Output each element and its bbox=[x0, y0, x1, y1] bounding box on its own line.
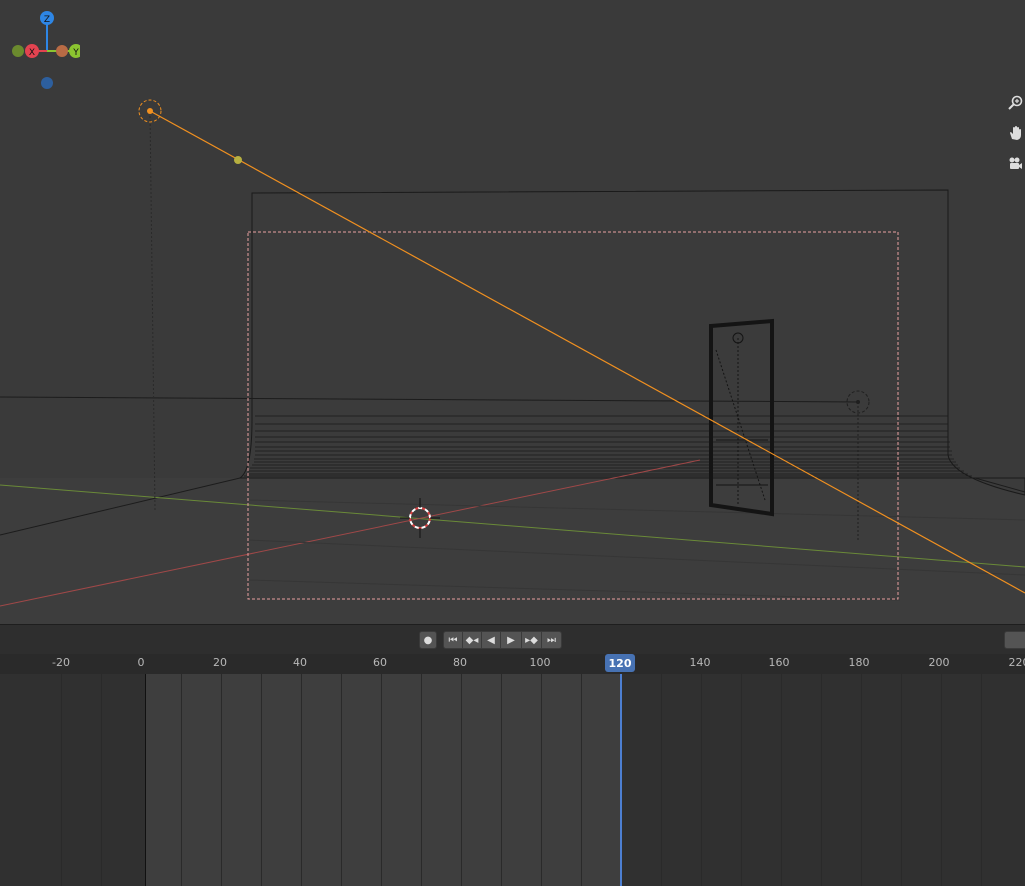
grid-line bbox=[301, 674, 302, 886]
grid-line bbox=[501, 674, 502, 886]
current-frame-indicator[interactable]: 120 bbox=[605, 654, 635, 672]
ruler-label: 20 bbox=[213, 656, 227, 669]
neg-y-handle bbox=[12, 45, 24, 57]
play-icon: ▶ bbox=[507, 634, 515, 646]
record-icon: ● bbox=[423, 634, 433, 646]
ruler-label: 200 bbox=[928, 656, 950, 669]
zoom-icon[interactable] bbox=[1007, 95, 1025, 117]
start-frame-line bbox=[145, 674, 146, 886]
grid-line bbox=[741, 674, 742, 886]
grid-line bbox=[861, 674, 862, 886]
timeline-field[interactable] bbox=[1004, 631, 1025, 649]
frame-ruler[interactable]: -20 0 20 40 60 80 100 140 160 180 200 22… bbox=[0, 654, 1025, 674]
grid-line bbox=[941, 674, 942, 886]
ruler-label: 60 bbox=[373, 656, 387, 669]
grid-line bbox=[61, 674, 62, 886]
ruler-label: 140 bbox=[689, 656, 711, 669]
grid-line bbox=[341, 674, 342, 886]
prev-keyframe-button[interactable]: ◆◂ bbox=[462, 631, 482, 649]
ruler-label: 100 bbox=[529, 656, 551, 669]
frame-range bbox=[145, 674, 620, 886]
y-axis-label: Y bbox=[72, 48, 79, 58]
timeline-header: ● ⏮ ◆◂ ◀ ▶ ▸◆ ⏭ bbox=[0, 624, 1025, 655]
playhead[interactable] bbox=[620, 674, 622, 886]
grid-line bbox=[661, 674, 662, 886]
play-reverse-button[interactable]: ◀ bbox=[481, 631, 501, 649]
jump-start-button[interactable]: ⏮ bbox=[443, 631, 463, 649]
grid-line bbox=[781, 674, 782, 886]
grid-line bbox=[901, 674, 902, 886]
prev-keyframe-icon: ◆◂ bbox=[465, 634, 479, 646]
backdrop bbox=[238, 189, 1025, 496]
grid-line bbox=[261, 674, 262, 886]
hand-pan-icon[interactable] bbox=[1007, 125, 1025, 147]
ruler-label: 180 bbox=[848, 656, 870, 669]
light-target-handle bbox=[234, 156, 242, 164]
grid-line bbox=[381, 674, 382, 886]
grid-line bbox=[541, 674, 542, 886]
timeline-track-area[interactable] bbox=[0, 674, 1025, 886]
next-keyframe-icon: ▸◆ bbox=[525, 634, 538, 646]
grid-line bbox=[701, 674, 702, 886]
ruler-label: 0 bbox=[137, 656, 145, 669]
jump-end-button[interactable]: ⏭ bbox=[541, 631, 562, 649]
scene-canvas bbox=[0, 99, 1025, 624]
navigation-gizmo[interactable]: Z X Y bbox=[0, 0, 80, 100]
jump-start-icon: ⏮ bbox=[448, 634, 458, 646]
grid-line bbox=[181, 674, 182, 886]
play-reverse-icon: ◀ bbox=[487, 634, 495, 646]
neg-z-handle bbox=[41, 77, 53, 89]
ruler-label: 40 bbox=[293, 656, 307, 669]
grid-line bbox=[221, 674, 222, 886]
camera-icon[interactable] bbox=[1007, 155, 1025, 177]
grid-line bbox=[581, 674, 582, 886]
ruler-label: 80 bbox=[453, 656, 467, 669]
jump-end-icon: ⏭ bbox=[547, 634, 556, 646]
light-stem bbox=[149, 111, 156, 511]
grid-line bbox=[981, 674, 982, 886]
z-axis-label: Z bbox=[44, 15, 50, 25]
floor bbox=[0, 478, 1025, 624]
record-button[interactable]: ● bbox=[419, 631, 437, 649]
ruler-label: 220 bbox=[1008, 656, 1025, 669]
grid-line bbox=[461, 674, 462, 886]
neg-x-handle bbox=[56, 45, 68, 57]
next-keyframe-button[interactable]: ▸◆ bbox=[521, 631, 542, 649]
x-axis-label: X bbox=[29, 48, 35, 58]
play-button[interactable]: ▶ bbox=[500, 631, 522, 649]
ruler-label: 160 bbox=[768, 656, 790, 669]
grid-line bbox=[821, 674, 822, 886]
grid-line bbox=[101, 674, 102, 886]
grid-line bbox=[421, 674, 422, 886]
3d-viewport[interactable]: Z X Y bbox=[0, 0, 1025, 624]
ruler-label: -20 bbox=[52, 656, 70, 669]
